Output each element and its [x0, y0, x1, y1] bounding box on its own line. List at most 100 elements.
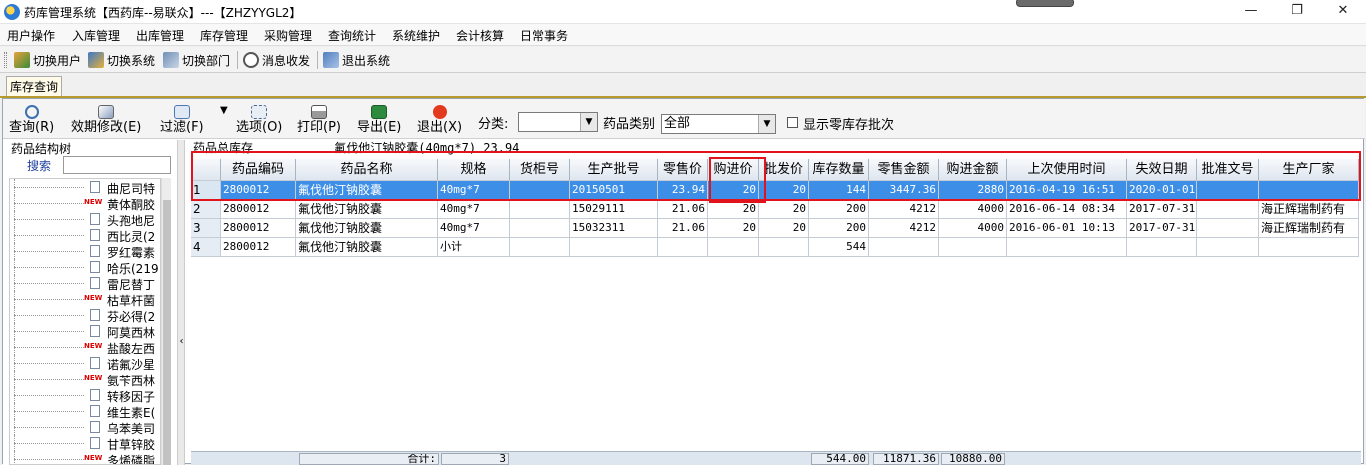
- cell-purchase[interactable]: 20: [708, 181, 759, 200]
- drug-type-select[interactable]: 全部 ▼: [661, 114, 776, 134]
- cell-last-used[interactable]: 2016-04-19 16:51: [1007, 181, 1127, 200]
- panel-splitter[interactable]: ‹: [177, 140, 185, 465]
- filter-button[interactable]: 过滤(F): [160, 105, 204, 135]
- messages-button[interactable]: 消息收发: [243, 51, 310, 69]
- column-header-maker[interactable]: 生产厂家: [1259, 159, 1359, 181]
- cell-batch[interactable]: 15032311: [570, 219, 658, 238]
- column-header-spec[interactable]: 规格: [438, 159, 510, 181]
- cell-code[interactable]: 2800012: [221, 200, 296, 219]
- tree-item[interactable]: 诺氟沙星: [10, 355, 160, 372]
- restore-button[interactable]: ❐: [1274, 0, 1320, 24]
- grid-corner-cell[interactable]: [191, 159, 221, 181]
- tree-item[interactable]: 转移因子: [10, 387, 160, 404]
- cell-purchase-amt[interactable]: 2880: [939, 181, 1007, 200]
- cell-purchase[interactable]: 20: [708, 200, 759, 219]
- row-number-cell[interactable]: 3: [191, 219, 221, 238]
- row-number-cell[interactable]: 4: [191, 238, 221, 257]
- exit-system-button[interactable]: 退出系统: [323, 51, 390, 69]
- cell-spec[interactable]: 小计: [438, 238, 510, 257]
- cell-wholesale[interactable]: 20: [759, 200, 809, 219]
- menu-inbound[interactable]: 入库管理: [72, 27, 120, 44]
- menu-accounting[interactable]: 会计核算: [456, 27, 504, 44]
- menu-inventory[interactable]: 库存管理: [200, 27, 248, 44]
- row-number-cell[interactable]: 1: [191, 181, 221, 200]
- cell-maker[interactable]: [1259, 181, 1359, 200]
- filter-dropdown-arrow-icon[interactable]: ▼: [220, 105, 228, 116]
- column-header-code[interactable]: 药品编码: [221, 159, 296, 181]
- cell-purchase[interactable]: [708, 238, 759, 257]
- cell-approval[interactable]: [1197, 200, 1259, 219]
- column-header-retail[interactable]: 零售价: [658, 159, 708, 181]
- cell-wholesale[interactable]: 20: [759, 219, 809, 238]
- cell-approval[interactable]: [1197, 219, 1259, 238]
- cell-cabinet[interactable]: [510, 181, 570, 200]
- switch-dept-button[interactable]: 切换部门: [163, 51, 230, 69]
- cell-retail[interactable]: 23.94: [658, 181, 708, 200]
- table-row[interactable]: 1 2800012 氟伐他汀钠胶囊 40mg*7 20150501 23.94 20 20 14…: [191, 181, 1359, 200]
- tree-item[interactable]: NEW 盐酸左西: [10, 339, 160, 356]
- column-header-purchase-amt[interactable]: 购进金额: [939, 159, 1007, 181]
- cell-name[interactable]: 氟伐他汀钠胶囊: [296, 200, 438, 219]
- cell-last-used[interactable]: 2016-06-14 08:34: [1007, 200, 1127, 219]
- menu-user-ops[interactable]: 用户操作: [7, 27, 55, 44]
- cell-retail[interactable]: 21.06: [658, 219, 708, 238]
- column-header-wholesale[interactable]: 批发价: [759, 159, 809, 181]
- cell-retail-amt[interactable]: [869, 238, 939, 257]
- cell-maker[interactable]: [1259, 238, 1359, 257]
- tree-item[interactable]: 罗红霉素: [10, 243, 160, 260]
- switch-system-button[interactable]: 切换系统: [88, 51, 155, 69]
- column-header-retail-amt[interactable]: 零售金额: [869, 159, 939, 181]
- table-row[interactable]: 2 2800012 氟伐他汀钠胶囊 40mg*7 15029111 21.06 20 20 20…: [191, 200, 1359, 219]
- chevron-down-icon[interactable]: ▼: [580, 113, 597, 131]
- cell-purchase-amt[interactable]: 4000: [939, 219, 1007, 238]
- exit-button[interactable]: 退出(X): [417, 105, 462, 135]
- cell-name[interactable]: 氟伐他汀钠胶囊: [296, 181, 438, 200]
- cell-qty[interactable]: 544: [809, 238, 869, 257]
- collapse-left-icon[interactable]: ‹: [178, 336, 185, 348]
- show-zero-stock-checkbox[interactable]: [787, 117, 798, 128]
- cell-code[interactable]: 2800012: [221, 219, 296, 238]
- cell-wholesale[interactable]: 20: [759, 181, 809, 200]
- cell-last-used[interactable]: 2016-06-01 10:13: [1007, 219, 1127, 238]
- menu-maintenance[interactable]: 系统维护: [392, 27, 440, 44]
- tree-item[interactable]: 甘草锌胶: [10, 435, 160, 452]
- cell-code[interactable]: 2800012: [221, 181, 296, 200]
- options-button[interactable]: 选项(O): [236, 105, 282, 135]
- cell-expiry[interactable]: [1127, 238, 1197, 257]
- column-header-cabinet[interactable]: 货柜号: [510, 159, 570, 181]
- cell-expiry[interactable]: 2020-01-01: [1127, 181, 1197, 200]
- tree-search-label[interactable]: 搜索: [27, 157, 51, 174]
- print-button[interactable]: 打印(P): [297, 105, 341, 135]
- cell-cabinet[interactable]: [510, 219, 570, 238]
- tree-item[interactable]: 曲尼司特: [10, 179, 160, 196]
- cell-maker[interactable]: 海正辉瑞制药有: [1259, 200, 1359, 219]
- cell-qty[interactable]: 200: [809, 219, 869, 238]
- cell-retail[interactable]: [658, 238, 708, 257]
- menu-daily[interactable]: 日常事务: [520, 27, 568, 44]
- cell-code[interactable]: 2800012: [221, 238, 296, 257]
- cell-purchase-amt[interactable]: 4000: [939, 200, 1007, 219]
- tree-scrollbar-thumb[interactable]: [163, 200, 171, 465]
- title-grip-handle[interactable]: [1016, 0, 1074, 7]
- tab-inventory-query[interactable]: 库存查询: [6, 76, 62, 97]
- cell-batch[interactable]: 20150501: [570, 181, 658, 200]
- column-header-approval[interactable]: 批准文号: [1197, 159, 1259, 181]
- tree-item[interactable]: NEW 枯草杆菌: [10, 291, 160, 308]
- cell-purchase-amt[interactable]: [939, 238, 1007, 257]
- tree-item[interactable]: 阿莫西林: [10, 323, 160, 340]
- query-button[interactable]: 查询(R): [9, 105, 54, 135]
- cell-batch[interactable]: 15029111: [570, 200, 658, 219]
- toolbar-grip[interactable]: [4, 52, 7, 68]
- column-header-last-used[interactable]: 上次使用时间: [1007, 159, 1127, 181]
- cell-qty[interactable]: 144: [809, 181, 869, 200]
- row-number-cell[interactable]: 2: [191, 200, 221, 219]
- switch-user-button[interactable]: 切换用户: [14, 51, 81, 69]
- tree-item[interactable]: 头孢地尼: [10, 211, 160, 228]
- cell-spec[interactable]: 40mg*7: [438, 219, 510, 238]
- menu-outbound[interactable]: 出库管理: [136, 27, 184, 44]
- close-button[interactable]: ✕: [1320, 0, 1366, 24]
- cell-retail-amt[interactable]: 4212: [869, 219, 939, 238]
- column-header-expiry[interactable]: 失效日期: [1127, 159, 1197, 181]
- cell-cabinet[interactable]: [510, 200, 570, 219]
- cell-retail-amt[interactable]: 4212: [869, 200, 939, 219]
